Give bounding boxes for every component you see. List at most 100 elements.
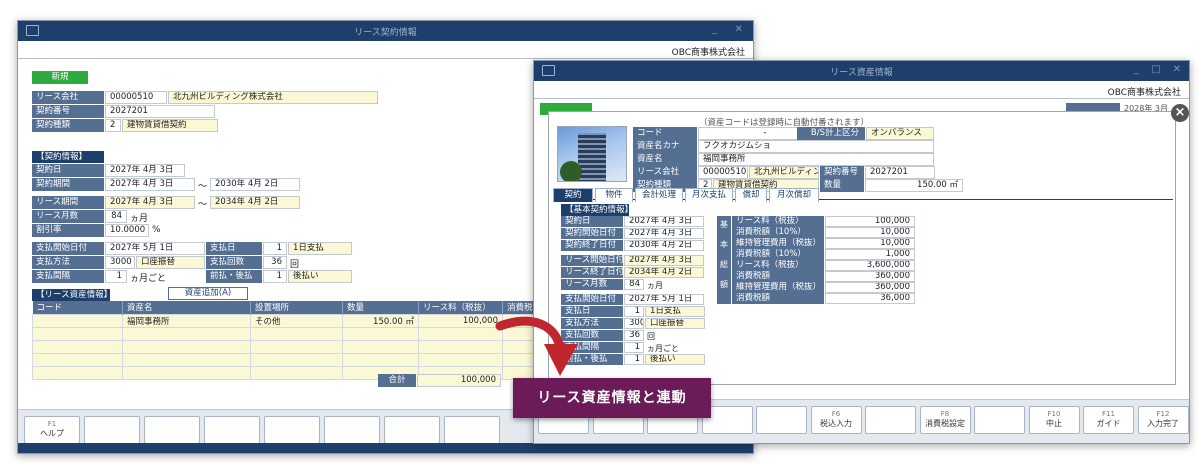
cell-asset-name[interactable]: 福岡事務所: [122, 313, 251, 328]
basic-value[interactable]: 2027年 4月 3日: [624, 228, 704, 239]
f1-help-button[interactable]: F1 ヘルプ: [24, 416, 80, 444]
bs-label: B/S計上区分: [797, 127, 865, 140]
tab-property[interactable]: 物件: [595, 188, 633, 202]
amount-value[interactable]: 360,000: [825, 282, 915, 293]
pre-post-code[interactable]: 1: [263, 270, 287, 283]
basic-value[interactable]: 1: [624, 306, 644, 317]
tab-monthly-depreciation[interactable]: 月次償却: [769, 188, 819, 202]
tab-depreciation[interactable]: 償却: [735, 188, 767, 202]
basic-value[interactable]: 2034年 4月 2日: [624, 267, 704, 278]
pay-interval-unit: ヵ月ごと: [130, 274, 167, 284]
contract-no-field[interactable]: 2027201: [865, 166, 935, 179]
side-char: 額: [720, 280, 728, 289]
cell-place[interactable]: その他: [250, 313, 343, 328]
fkey-6[interactable]: [324, 416, 380, 444]
contract-date-field[interactable]: 2027年 4月 3日: [105, 164, 185, 177]
amount-label: 消費税額（10%）: [732, 249, 824, 260]
lease-period-from[interactable]: 2027年 4月 3日: [105, 196, 195, 209]
asset-name-field[interactable]: 福岡事務所: [698, 153, 934, 166]
fkey-button[interactable]: F6 税込入力: [810, 406, 862, 434]
lease-period-to[interactable]: 2034年 4月 2日: [210, 196, 300, 209]
fkey-button[interactable]: F10 中止: [1028, 406, 1080, 434]
amount-label: 消費税額: [732, 271, 824, 282]
basic-extra[interactable]: 1日支払: [645, 306, 705, 317]
tab-monthly-payment[interactable]: 月次支払: [685, 188, 733, 202]
basic-value[interactable]: 1: [624, 354, 644, 365]
basic-value[interactable]: 1: [624, 342, 644, 353]
lease-company-name[interactable]: 北九州ビルディング㈱: [749, 166, 819, 179]
fkey-button[interactable]: F11 ガイド: [1083, 406, 1134, 434]
pay-day-num[interactable]: 1: [263, 242, 287, 255]
dialog-close-button[interactable]: ×: [1171, 104, 1189, 122]
contract-period-to[interactable]: 2030年 4月 2日: [210, 178, 300, 191]
basic-unit: ヵ月ごと: [647, 344, 679, 353]
basic-value[interactable]: 2027年 4月 3日: [624, 216, 704, 227]
contract-no-field[interactable]: 2027201: [105, 105, 215, 118]
basic-value[interactable]: 36: [624, 330, 644, 341]
bs-field[interactable]: オンバランス: [866, 127, 934, 140]
basic-extra[interactable]: 後払い: [645, 354, 705, 365]
cell-qty[interactable]: 150.00 ㎡: [342, 313, 419, 328]
basic-value[interactable]: 2027年 5月 1日: [624, 294, 704, 305]
cell-code[interactable]: [32, 313, 123, 328]
basic-value[interactable]: 2030年 4月 2日: [624, 240, 704, 251]
basic-value[interactable]: 3000: [624, 318, 644, 329]
qty-unit: ㎡: [405, 316, 414, 327]
amount-value[interactable]: 3,600,000: [825, 260, 915, 271]
contract-type-code[interactable]: 2: [105, 119, 121, 132]
table-row[interactable]: [32, 326, 552, 341]
fkey-label: 消費税設定: [925, 419, 965, 428]
amount-value[interactable]: 360,000: [825, 271, 915, 282]
basic-value[interactable]: 84: [624, 279, 644, 290]
amount-value[interactable]: 100,000: [825, 216, 915, 227]
minimize-icon[interactable]: _: [1134, 64, 1139, 75]
amount-value[interactable]: 10,000: [825, 238, 915, 249]
fkey-4[interactable]: [204, 416, 260, 444]
fkey-button[interactable]: [974, 406, 1025, 434]
pay-interval-field[interactable]: 1: [105, 270, 127, 283]
lease-months-field[interactable]: 84: [105, 210, 127, 223]
cell-fee[interactable]: 100,000: [418, 313, 503, 328]
lease-company-name[interactable]: 北九州ビルディング株式会社: [168, 91, 378, 104]
fkey-7[interactable]: [384, 416, 440, 444]
basic-extra[interactable]: 口座振替: [645, 318, 705, 329]
amount-value[interactable]: 36,000: [825, 293, 915, 304]
add-asset-button[interactable]: 資産追加(A): [168, 287, 248, 300]
basic-value[interactable]: 2027年 4月 3日: [624, 255, 704, 266]
fkey-button[interactable]: F8 消費税設定: [919, 406, 971, 434]
status-badge: 新規: [32, 71, 88, 84]
lease-company-code[interactable]: 00000510: [698, 166, 748, 179]
qty-value: 150.00: [373, 316, 403, 327]
fkey-button[interactable]: F12 入力完了: [1137, 406, 1189, 434]
asset-name-label: 資産名: [633, 153, 697, 166]
pay-method-code[interactable]: 3000: [105, 256, 135, 269]
fkey-5[interactable]: [264, 416, 320, 444]
amount-value[interactable]: 10,000: [825, 227, 915, 238]
tab-contract[interactable]: 契約: [553, 188, 593, 202]
fkey-2[interactable]: [84, 416, 140, 444]
lease-company-code[interactable]: 00000510: [105, 91, 167, 104]
close-icon[interactable]: ✕: [1173, 64, 1181, 75]
asset-table: コード 資産名 設置場所 数量 リース料（税抜） 消費税額 福岡事務所 その他 …: [32, 301, 552, 380]
pay-method-name[interactable]: 口座振替: [136, 256, 205, 269]
contract-type-name[interactable]: 建物賃貸借契約: [122, 119, 218, 132]
amount-value[interactable]: 1,000: [825, 249, 915, 260]
pay-start-field[interactable]: 2027年 5月 1日: [105, 242, 205, 255]
tab-accounting[interactable]: 会計処理: [635, 188, 683, 202]
minimize-icon[interactable]: _: [712, 24, 717, 35]
table-row[interactable]: [32, 352, 552, 367]
pre-post-text[interactable]: 後払い: [288, 270, 352, 283]
fkey-3[interactable]: [144, 416, 200, 444]
fkey-8[interactable]: [444, 416, 500, 444]
pay-count-field[interactable]: 36: [263, 256, 287, 269]
discount-field[interactable]: 10.0000: [105, 224, 149, 237]
table-row[interactable]: 福岡事務所 その他 150.00 ㎡ 100,000: [32, 313, 552, 328]
table-row[interactable]: [32, 339, 552, 354]
maximize-icon[interactable]: □: [1152, 64, 1161, 75]
close-icon[interactable]: ✕: [735, 24, 743, 35]
contract-period-from[interactable]: 2027年 4月 3日: [105, 178, 195, 191]
fkey-button[interactable]: [756, 406, 807, 434]
pay-day-text[interactable]: 1日支払: [288, 242, 352, 255]
kana-field[interactable]: フクオカジムショ: [698, 140, 934, 153]
fkey-button[interactable]: [865, 406, 916, 434]
